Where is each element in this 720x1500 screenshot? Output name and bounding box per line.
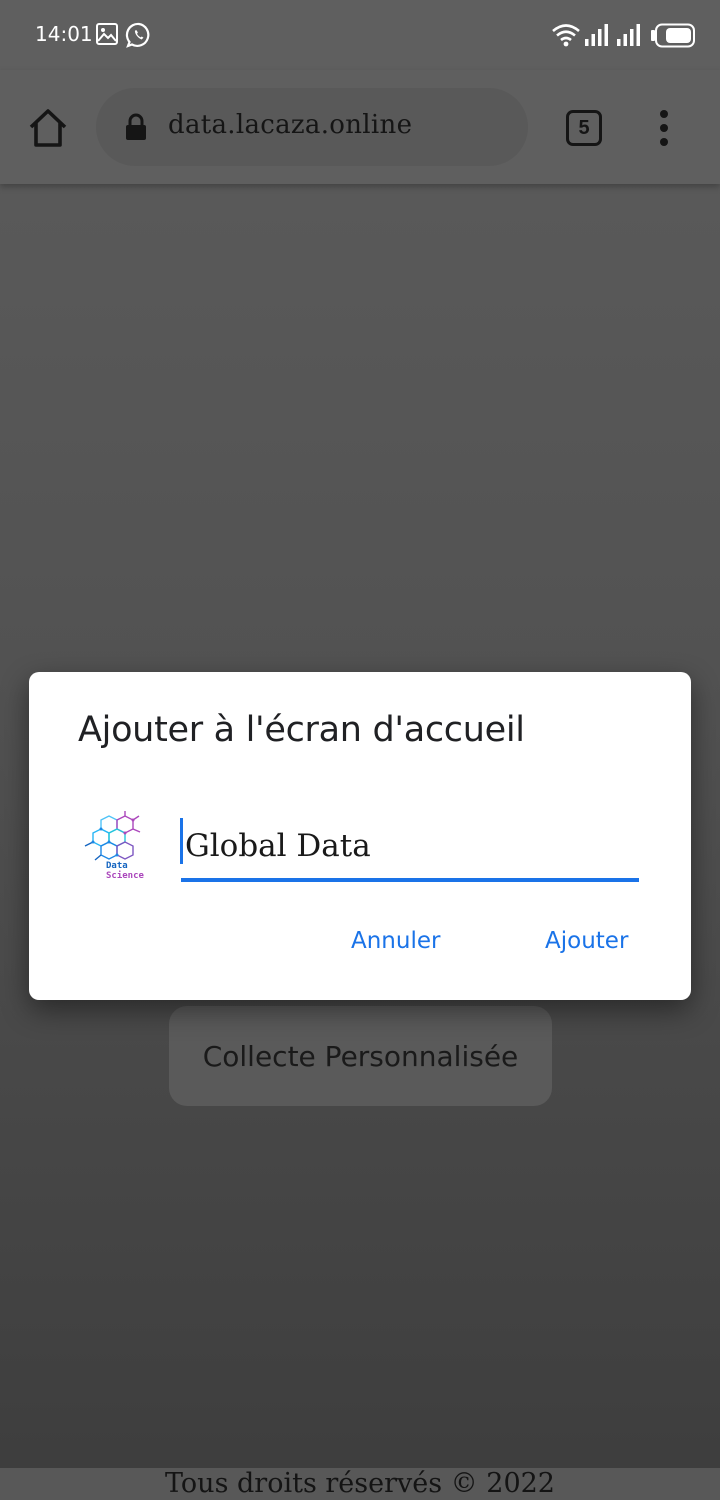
cancel-button[interactable]: Annuler (351, 928, 440, 954)
shortcut-name-input[interactable] (181, 814, 639, 882)
lock-icon[interactable] (124, 113, 148, 146)
collecte-personnalisee-button[interactable]: Collecte Personnalisée (169, 1006, 552, 1106)
app-icon-text-science: Science (106, 870, 145, 881)
overflow-menu-button[interactable] (650, 108, 678, 148)
text-cursor (180, 818, 183, 864)
signal-icon (584, 23, 610, 52)
status-time: 14:01 (35, 22, 93, 46)
whatsapp-icon (125, 21, 153, 54)
url-text[interactable]: data.lacaza.online (168, 110, 412, 140)
tab-switcher-button[interactable]: 5 (566, 110, 602, 146)
battery-icon (650, 23, 696, 54)
app-icon: Data Science (79, 810, 151, 884)
add-to-home-screen-dialog: Ajouter à l'écran d'accueil Data Science… (29, 672, 691, 1000)
home-icon (29, 109, 67, 147)
home-button[interactable] (26, 106, 70, 150)
footer-text: Tous droits réservés © 2022 (165, 1468, 555, 1499)
browser-toolbar: data.lacaza.online 5 (0, 70, 720, 184)
status-bar: 14:01 (0, 0, 720, 70)
signal-icon (616, 23, 642, 52)
wifi-icon (551, 22, 581, 53)
gallery-icon (95, 22, 119, 51)
page-footer: Tous droits réservés © 2022 (0, 1468, 720, 1500)
app-icon-text-data: Data (106, 861, 128, 871)
dialog-title: Ajouter à l'écran d'accueil (78, 710, 525, 750)
add-button[interactable]: Ajouter (545, 928, 628, 954)
collecte-button-label: Collecte Personnalisée (202, 1039, 519, 1073)
overflow-menu-icon (660, 110, 668, 146)
url-bar[interactable]: data.lacaza.online (96, 88, 528, 166)
